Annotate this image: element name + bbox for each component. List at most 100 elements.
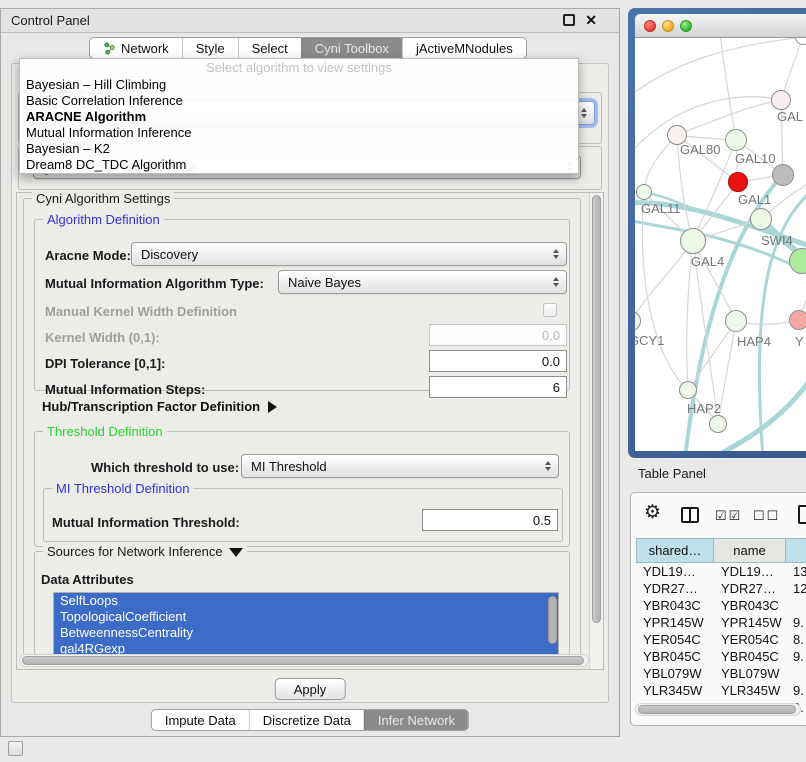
network-window-titlebar[interactable] <box>635 14 806 38</box>
tab-network[interactable]: Network <box>90 38 182 58</box>
table-panel: ⚙ ☑☑ ☐☐ shared…nameA YDL19…YDL19…13YDR27… <box>630 492 806 726</box>
column-header-shared[interactable]: shared… <box>636 538 714 563</box>
attribute-item-betweennesscentrality[interactable]: BetweennessCentrality <box>54 625 558 641</box>
network-node-gal10[interactable] <box>725 129 747 151</box>
algorithm-option-basic-correlation-inference[interactable]: Basic Correlation Inference <box>20 93 578 109</box>
algorithm-popup-placeholder: Select algorithm to view settings <box>20 59 578 77</box>
tab-impute-data[interactable]: Impute Data <box>152 710 249 730</box>
select-all-checkboxes-icon[interactable]: ☑☑ <box>715 508 742 524</box>
control-panel-title: Control Panel <box>11 13 90 28</box>
settings-vertical-scrollbar[interactable] <box>589 193 603 669</box>
dpi-tolerance-input[interactable] <box>429 350 567 372</box>
close-traffic-light-icon[interactable] <box>644 20 656 32</box>
mi-threshold-definition-group: MI Threshold Definition Mutual Informati… <box>43 488 563 542</box>
control-panel-bottom-tabs: Impute DataDiscretize DataInfer Network <box>151 709 469 731</box>
dpi-tolerance-label: DPI Tolerance [0,1]: <box>45 356 165 371</box>
columns-icon[interactable] <box>681 507 699 523</box>
table-row[interactable]: YDR27…YDR27…12 <box>636 580 806 597</box>
list-scrollbar-thumb[interactable] <box>548 596 557 644</box>
gear-icon[interactable]: ⚙ <box>644 503 661 523</box>
tab-cyni-toolbox[interactable]: Cyni Toolbox <box>301 38 402 58</box>
tab-select[interactable]: Select <box>238 38 301 58</box>
node-label-gal4: GAL4 <box>691 254 724 269</box>
table-row[interactable]: YPR145WYPR145W9. <box>636 614 806 631</box>
manual-kernel-width-label: Manual Kernel Width Definition <box>45 304 237 319</box>
stepper-arrows-icon <box>553 249 559 259</box>
table-rows: YDL19…YDL19…13YDR27…YDR27…12YBR043CYBR04… <box>636 563 806 699</box>
deselect-all-checkboxes-icon[interactable]: ☐☐ <box>753 508 780 524</box>
minimize-traffic-light-icon[interactable] <box>662 20 674 32</box>
network-node-gal1[interactable] <box>728 172 748 192</box>
column-header-name[interactable]: name <box>714 538 786 563</box>
attribute-item-selfloops[interactable]: SelfLoops <box>54 593 558 609</box>
settings-horizontal-scrollbar-thumb[interactable] <box>22 656 584 665</box>
control-panel-tabs: NetworkStyleSelectCyni ToolboxjActiveMNo… <box>89 37 527 59</box>
table-header-row: shared…nameA <box>636 538 806 563</box>
float-panel-icon[interactable] <box>563 14 575 26</box>
tab-jactivemnodules[interactable]: jActiveMNodules <box>402 38 526 58</box>
table-horizontal-scrollbar-thumb[interactable] <box>638 705 796 714</box>
table-row[interactable]: YLR345WYLR345W9. <box>636 682 806 699</box>
algorithm-definition-title: Algorithm Definition <box>43 212 164 227</box>
network-node[interactable] <box>772 164 794 186</box>
control-panel-window: Control Panel ✕ NetworkStyleSelectCyni T… <box>0 8 620 737</box>
cyni-algorithm-settings-group: Cyni Algorithm Settings Algorithm Defini… <box>23 198 581 656</box>
table-row[interactable]: YDL19…YDL19…13 <box>636 563 806 580</box>
settings-horizontal-scrollbar[interactable] <box>19 654 589 667</box>
network-node-y[interactable] <box>789 310 806 330</box>
network-node-swi4[interactable] <box>750 208 772 230</box>
tab-discretize-data[interactable]: Discretize Data <box>249 710 364 730</box>
stepper-arrows-icon <box>545 461 551 471</box>
algorithm-option-bayesian-k2[interactable]: Bayesian – K2 <box>20 141 578 157</box>
algorithm-option-mutual-information-inference[interactable]: Mutual Information Inference <box>20 125 578 141</box>
mi-steps-input[interactable] <box>429 376 567 398</box>
mi-threshold-input[interactable] <box>422 509 558 531</box>
control-panel-titlebar: Control Panel ✕ <box>1 9 619 33</box>
algorithm-option-dream8-dc-tdc-algorithm[interactable]: Dream8 DC_TDC Algorithm <box>20 157 578 173</box>
settings-scroll-area: Cyni Algorithm Settings Algorithm Defini… <box>16 192 604 670</box>
table-panel-title: Table Panel <box>638 466 706 481</box>
algorithm-option-aracne-algorithm[interactable]: ARACNE Algorithm <box>20 109 578 125</box>
manual-kernel-width-checkbox <box>543 303 557 317</box>
close-icon[interactable]: ✕ <box>585 12 597 29</box>
table-row[interactable]: YBL079WYBL079W <box>636 665 806 682</box>
mi-threshold-definition-title: MI Threshold Definition <box>52 481 193 496</box>
which-threshold-label: Which threshold to use: <box>91 460 239 475</box>
document-icon[interactable] <box>798 505 806 524</box>
collapsed-panel-icon[interactable] <box>8 741 23 756</box>
aracne-mode-label: Aracne Mode: <box>45 248 131 263</box>
apply-button[interactable]: Apply <box>275 678 346 700</box>
network-view-window: GALGAL80GAL10GAL1GAL11SWI4GAL4GCY1HAP4YH… <box>628 8 806 458</box>
network-node-hap4[interactable] <box>725 310 747 332</box>
which-threshold-combobox[interactable]: MI Threshold <box>241 454 559 478</box>
table-horizontal-scrollbar[interactable] <box>635 703 801 716</box>
network-node-gal4[interactable] <box>680 228 706 254</box>
network-icon <box>103 42 116 55</box>
data-attributes-items: SelfLoopsTopologicalCoefficientBetweenne… <box>54 593 558 656</box>
expander-collapsed-icon <box>268 401 277 413</box>
table-row[interactable]: YBR043CYBR043C <box>636 597 806 614</box>
table-row[interactable]: YBR045CYBR045C9. <box>636 648 806 665</box>
table-row[interactable]: YER054CYER054C8. <box>636 631 806 648</box>
algorithm-popup-list: Bayesian – Hill ClimbingBasic Correlatio… <box>20 77 578 173</box>
settings-vertical-scrollbar-thumb[interactable] <box>592 195 601 623</box>
algorithm-definition-group: Algorithm Definition Aracne Mode: Discov… <box>34 219 570 391</box>
network-node-hap2[interactable] <box>679 381 697 399</box>
tab-style[interactable]: Style <box>182 38 238 58</box>
algorithm-option-bayesian-hill-climbing[interactable]: Bayesian – Hill Climbing <box>20 77 578 93</box>
hub-transcription-expander[interactable]: Hub/Transcription Factor Definition <box>42 399 277 414</box>
column-header-a[interactable]: A <box>786 538 806 563</box>
mi-algorithm-type-label: Mutual Information Algorithm Type: <box>45 276 264 291</box>
network-canvas[interactable]: GALGAL80GAL10GAL1GAL11SWI4GAL4GCY1HAP4YH… <box>635 38 806 451</box>
aracne-mode-combobox[interactable]: Discovery <box>131 242 567 266</box>
tab-infer-network[interactable]: Infer Network <box>364 710 468 730</box>
stepper-arrows-icon <box>581 108 587 118</box>
attribute-item-topologicalcoefficient[interactable]: TopologicalCoefficient <box>54 609 558 625</box>
network-node[interactable] <box>709 415 727 433</box>
network-node-gal11[interactable] <box>636 184 652 200</box>
mi-algorithm-type-combobox[interactable]: Naive Bayes <box>278 270 567 294</box>
zoom-traffic-light-icon[interactable] <box>680 20 692 32</box>
algorithm-dropdown-popup: Select algorithm to view settings Bayesi… <box>19 58 579 174</box>
node-label-hap4: HAP4 <box>737 334 771 349</box>
network-node-gal[interactable] <box>771 90 791 110</box>
